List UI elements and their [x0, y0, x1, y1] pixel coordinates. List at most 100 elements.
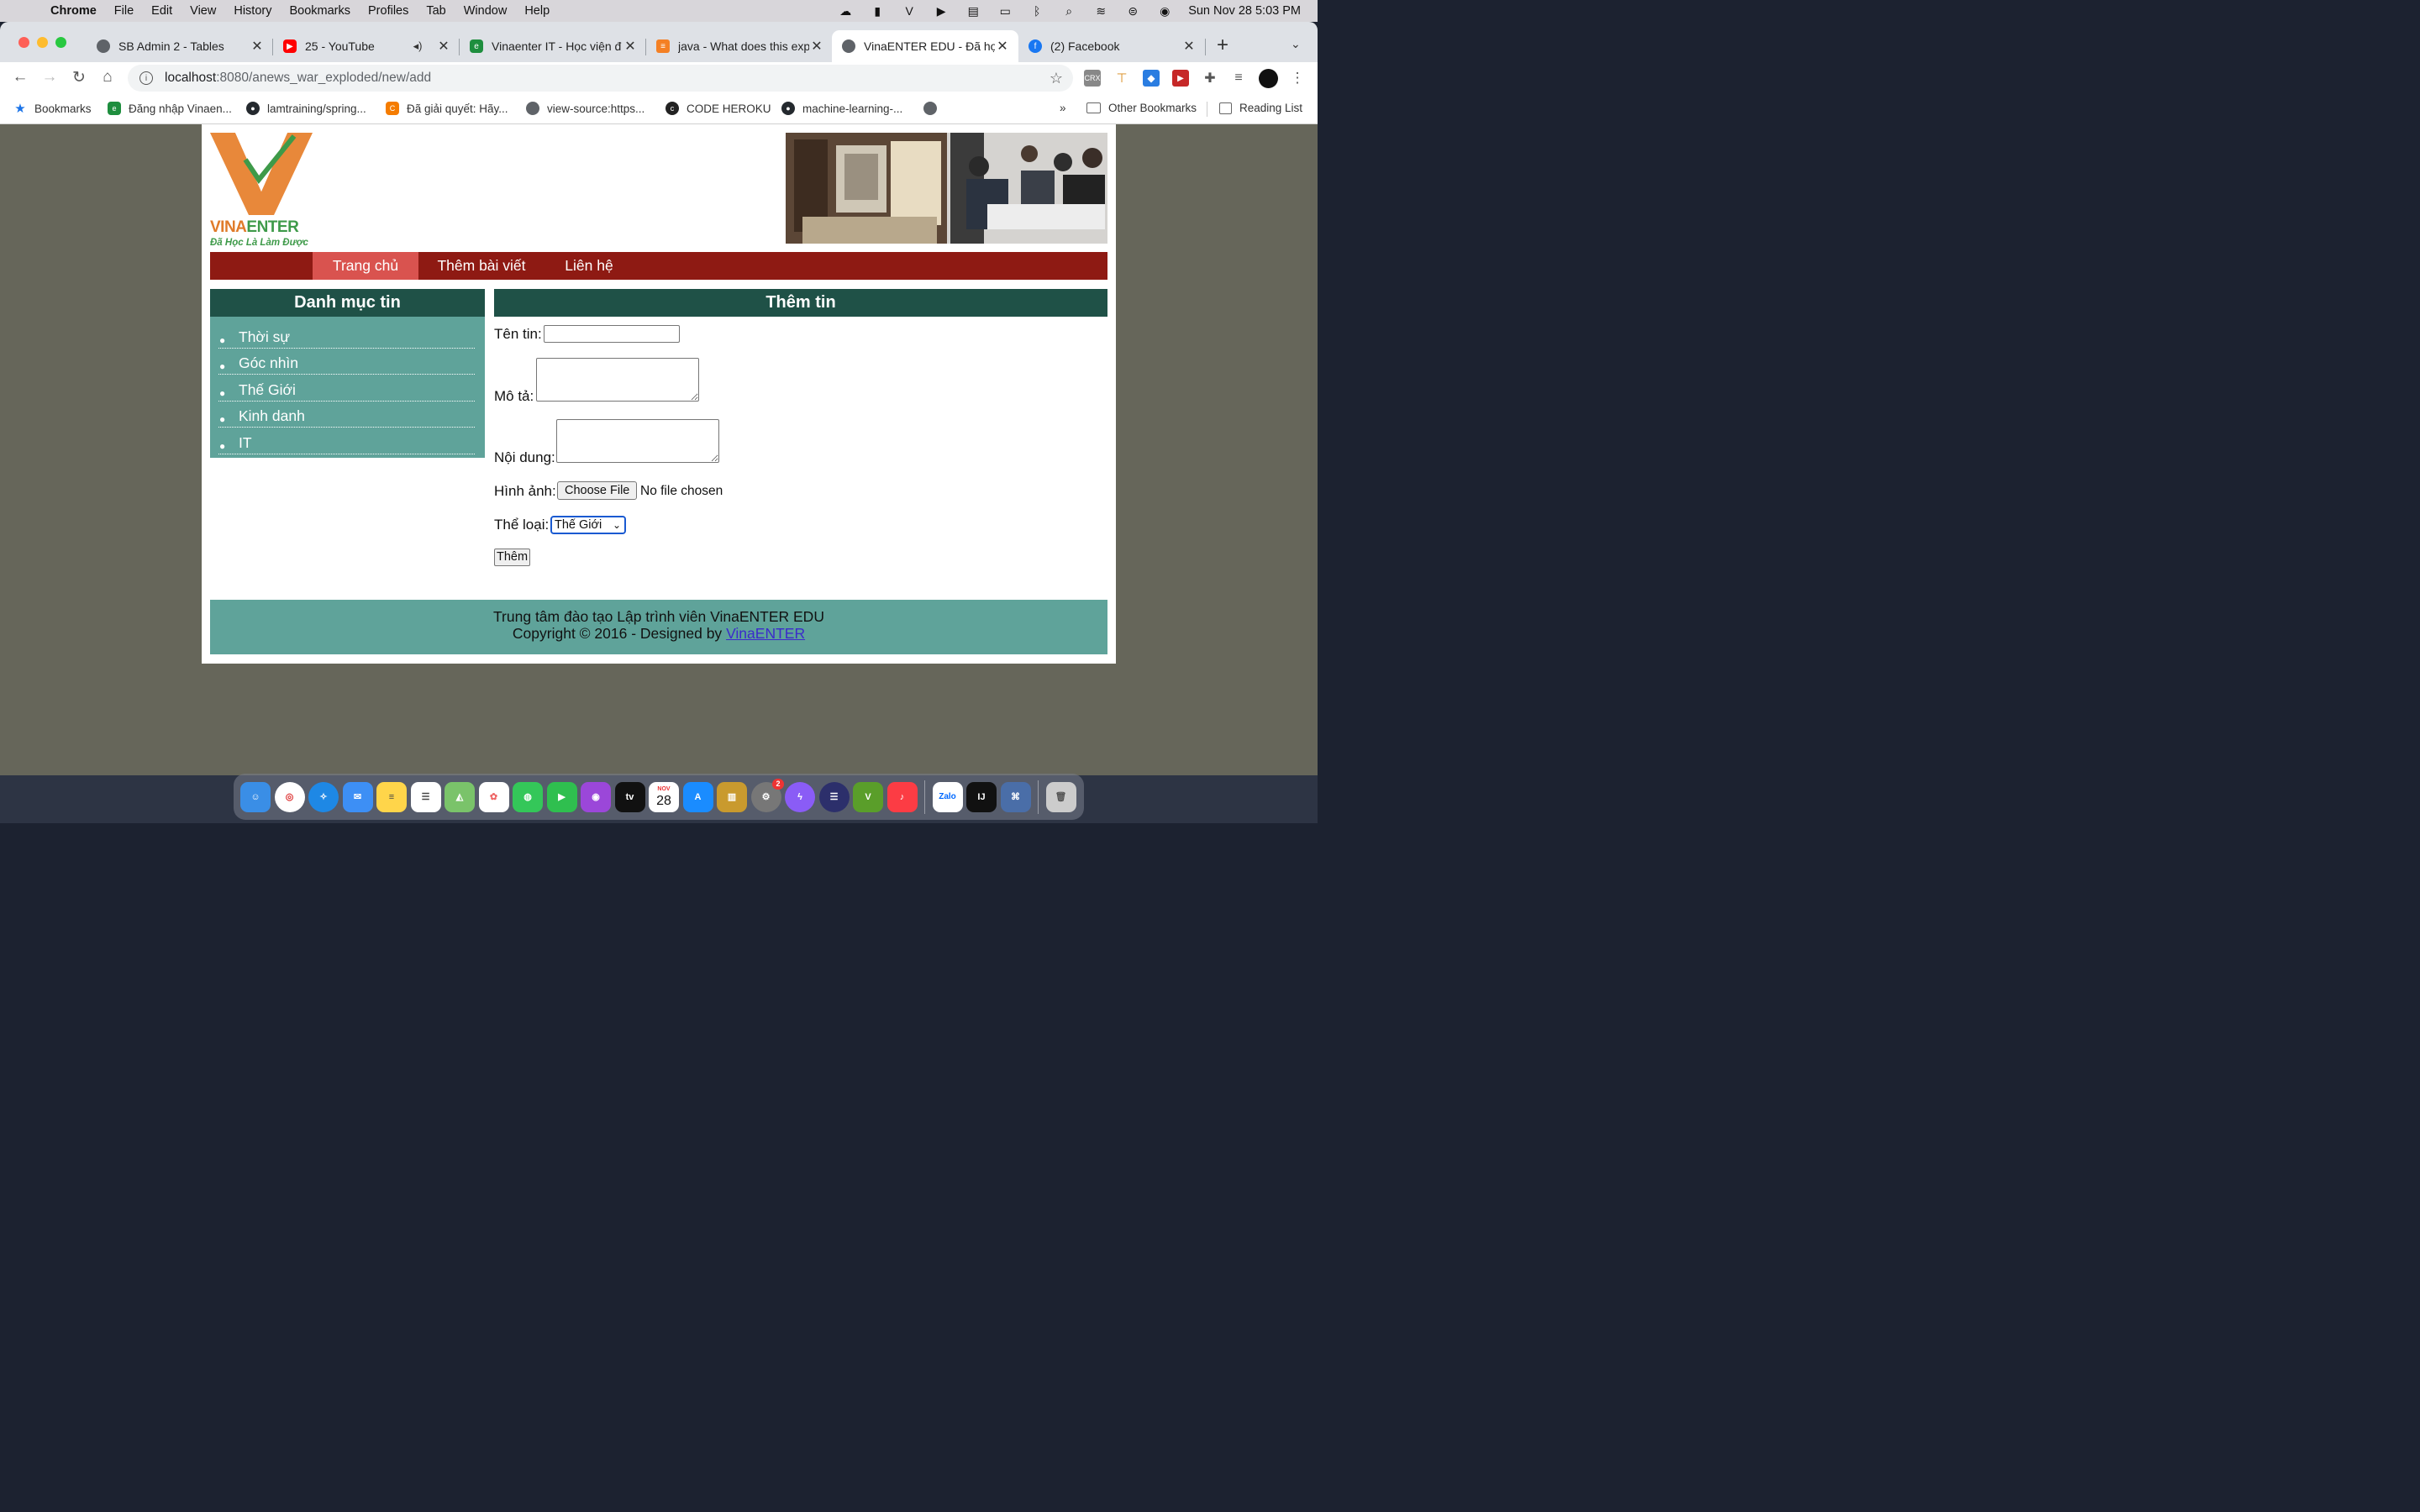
menu-window[interactable]: Window [464, 4, 508, 18]
search-icon[interactable]: ⌕ [1060, 4, 1077, 18]
close-icon[interactable]: ✕ [809, 38, 824, 55]
drop-extension-icon[interactable]: ◆ [1143, 70, 1160, 87]
footer-link[interactable]: VinaENTER [726, 625, 805, 642]
category-item[interactable]: ● Thời sự [218, 322, 475, 349]
tab-facebook[interactable]: f (2) Facebook ✕ [1018, 30, 1205, 62]
tab-vinaenter-edu[interactable]: VinaENTER EDU - Đã học ✕ [832, 30, 1018, 62]
finder-icon[interactable]: ☺ [240, 781, 271, 812]
close-icon[interactable]: ✕ [623, 38, 638, 55]
menu-tab[interactable]: Tab [426, 4, 445, 18]
reload-icon[interactable]: ↻ [69, 68, 89, 87]
category-label[interactable]: Thế Giới [239, 381, 296, 399]
tab-vinaenter-it[interactable]: e Vinaenter IT - Học viện đ ✕ [460, 30, 646, 62]
back-icon[interactable]: ← [10, 68, 30, 87]
profile-avatar[interactable] [1259, 69, 1278, 88]
crx-extension-icon[interactable]: CRX [1084, 70, 1101, 87]
more-menu-icon[interactable]: ⋮ [1289, 70, 1306, 87]
menu-clock[interactable]: Sun Nov 28 5:03 PM [1188, 4, 1301, 18]
category-item[interactable]: ● Thế Giới [218, 375, 475, 402]
bookmarks-item[interactable]: ★ Bookmarks [13, 102, 91, 116]
trash-icon[interactable]: 🗑 [1045, 781, 1076, 812]
close-icon[interactable]: ✕ [436, 38, 451, 55]
bluetooth-icon[interactable]: ᛒ [1028, 4, 1045, 18]
music-icon[interactable]: ♪ [886, 781, 918, 812]
messenger-icon[interactable]: ϟ [785, 781, 815, 812]
bookmark-machine-learning[interactable]: ● machine-learning-... [781, 102, 902, 115]
mail-icon[interactable]: ✉ [342, 781, 373, 812]
photos-icon[interactable]: ✿ [478, 781, 509, 812]
app-store-icon[interactable]: A [682, 781, 713, 812]
nav-them-bai-viet[interactable]: Thêm bài viết [418, 252, 544, 280]
nav-trang-chu[interactable]: Trang chủ [313, 252, 418, 280]
home-icon[interactable]: ⌂ [97, 68, 118, 87]
minimize-window-button[interactable] [37, 37, 48, 48]
display-icon[interactable]: ▮ [869, 4, 886, 18]
mysql-workbench-icon[interactable]: ⌘ [1000, 781, 1031, 812]
flag-us-icon[interactable]: ▤ [965, 4, 981, 18]
close-icon[interactable]: ✕ [250, 38, 265, 55]
menu-history[interactable]: History [234, 4, 271, 18]
intellij-icon[interactable]: IJ [966, 781, 997, 812]
reading-list[interactable]: Reading List [1219, 102, 1302, 114]
bookmark-vinaen[interactable]: e Đăng nhập Vinaen... [108, 102, 232, 115]
zoom-window-button[interactable] [55, 37, 66, 48]
close-icon[interactable]: ✕ [1181, 38, 1197, 55]
description-textarea[interactable] [536, 358, 699, 402]
other-bookmarks[interactable]: Other Bookmarks [1086, 102, 1197, 114]
vinaenter-app-icon[interactable]: V [853, 781, 883, 812]
content-textarea[interactable] [556, 419, 719, 463]
category-item[interactable]: ● IT [218, 428, 475, 454]
bookmark-star-icon[interactable]: ☆ [1050, 70, 1063, 87]
nav-lien-he[interactable]: Liên hệ [544, 252, 634, 280]
menu-help[interactable]: Help [524, 4, 550, 18]
pin-extension-icon[interactable]: ⊤ [1113, 70, 1130, 87]
choose-file-button[interactable]: Choose File [557, 481, 638, 500]
messages-icon[interactable]: ◍ [513, 781, 543, 812]
creative-cloud-icon[interactable]: ☁ [837, 4, 854, 18]
speaker-icon[interactable]: ◂) [408, 39, 428, 53]
menu-profiles[interactable]: Profiles [368, 4, 408, 18]
submit-button[interactable]: Thêm [494, 549, 531, 566]
menu-edit[interactable]: Edit [151, 4, 172, 18]
category-label[interactable]: IT [239, 434, 252, 452]
category-label[interactable]: Góc nhìn [239, 354, 298, 372]
calendar-icon[interactable]: NOV 28 [649, 781, 679, 812]
bookmark-globe[interactable] [923, 102, 944, 115]
bookmark-code-heroku[interactable]: c CODE HEROKU [666, 102, 771, 115]
category-item[interactable]: ● Góc nhìn [218, 349, 475, 375]
name-input[interactable] [544, 325, 680, 343]
vimeo-icon[interactable]: V [901, 4, 918, 18]
tab-youtube[interactable]: ▶ 25 - YouTube ◂) ✕ [273, 30, 460, 62]
eclipse-icon[interactable]: ☰ [818, 781, 850, 812]
play-icon[interactable]: ▶ [933, 4, 950, 18]
maps-icon[interactable]: ◭ [445, 781, 475, 812]
notes-icon[interactable]: ≡ [376, 781, 407, 812]
siri-icon[interactable]: ◉ [1156, 4, 1173, 18]
safari-icon[interactable]: ✧ [308, 781, 339, 812]
bookmark-view-source[interactable]: view-source:https... [526, 102, 644, 115]
menu-file[interactable]: File [114, 4, 134, 18]
close-window-button[interactable] [18, 37, 29, 48]
category-select[interactable]: Thế Giới ⌄ [550, 516, 626, 534]
reading-queue-icon[interactable]: ≡ [1230, 70, 1247, 87]
category-label[interactable]: Kinh danh [239, 407, 305, 425]
wifi-icon[interactable]: ≋ [1092, 4, 1109, 18]
category-label[interactable]: Thời sự [239, 328, 290, 346]
system-preferences-icon[interactable]: ⚙ 2 [750, 778, 784, 812]
forward-icon[interactable]: → [39, 68, 60, 87]
menu-app-name[interactable]: Chrome [50, 4, 97, 18]
menu-bookmarks[interactable]: Bookmarks [289, 4, 350, 18]
battery-icon[interactable]: ▭ [997, 4, 1013, 18]
menu-view[interactable]: View [190, 4, 216, 18]
tab-stackoverflow[interactable]: ≡ java - What does this exp ✕ [646, 30, 833, 62]
reminders-icon[interactable]: ☰ [410, 781, 441, 812]
chrome-icon[interactable]: ◎ [274, 781, 305, 812]
extensions-puzzle-icon[interactable]: ✚ [1202, 70, 1218, 87]
close-icon[interactable]: ✕ [995, 38, 1010, 55]
new-tab-button[interactable]: + [1217, 34, 1228, 57]
podcasts-icon[interactable]: ◉ [581, 781, 611, 812]
tab-search-chevron-icon[interactable]: ⌄ [1291, 37, 1301, 51]
address-bar[interactable]: i localhost:8080/anews_war_exploded/new/… [128, 65, 1073, 92]
category-item[interactable]: ● Kinh danh [218, 402, 475, 428]
apple-tv-icon[interactable]: tv [614, 781, 645, 812]
